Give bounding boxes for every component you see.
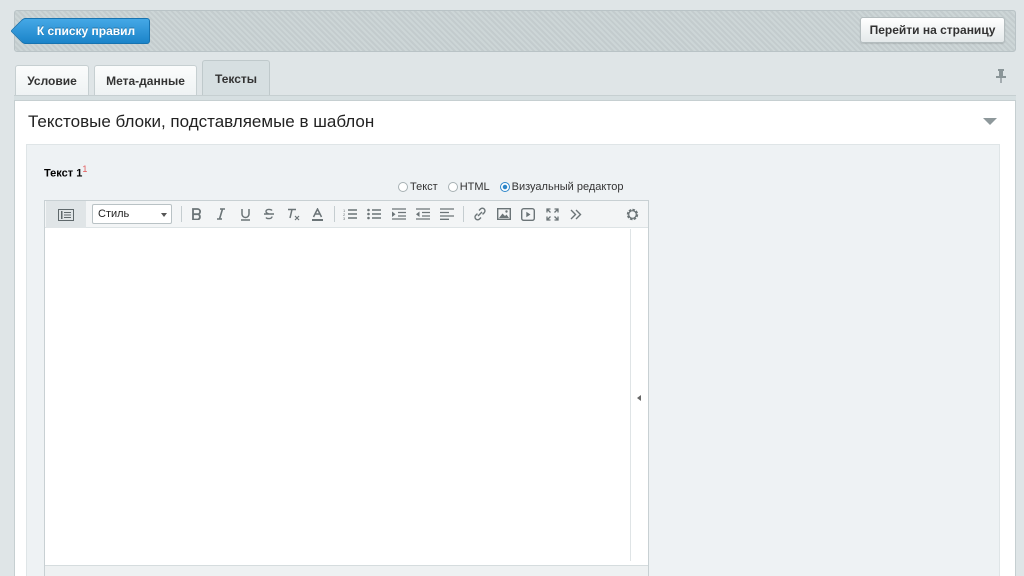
field-label-text: Текст 1 bbox=[44, 167, 83, 180]
fullscreen-icon[interactable] bbox=[542, 204, 562, 224]
chevron-down-icon bbox=[161, 213, 167, 217]
side-panel-toggle[interactable] bbox=[632, 229, 648, 565]
strikethrough-icon[interactable] bbox=[259, 204, 279, 224]
style-select-value: Стиль bbox=[98, 208, 130, 220]
toolbar-separator bbox=[181, 206, 182, 222]
section-title: Текстовые блоки, подставляемые в шаблон bbox=[28, 112, 375, 131]
editor-content-area[interactable] bbox=[45, 229, 630, 565]
toolbar-separator bbox=[463, 206, 464, 222]
video-icon[interactable] bbox=[518, 204, 538, 224]
footnote-mark: 1 bbox=[82, 164, 88, 174]
bold-icon[interactable] bbox=[187, 204, 207, 224]
mode-visual-label: Визуальный редактор bbox=[511, 181, 624, 193]
tab-texts[interactable]: Тексты bbox=[202, 60, 270, 96]
mode-visual-option[interactable]: Визуальный редактор bbox=[499, 181, 624, 193]
editor-panel-icon bbox=[58, 208, 74, 221]
toolbar-separator bbox=[334, 206, 335, 222]
back-to-rules-button[interactable]: К списку правил bbox=[22, 18, 150, 44]
outdent-icon[interactable] bbox=[413, 204, 433, 224]
style-select[interactable]: Стиль bbox=[92, 204, 172, 224]
indent-icon[interactable] bbox=[389, 204, 409, 224]
remove-format-icon[interactable] bbox=[283, 204, 303, 224]
tab-metadata[interactable]: Мета-данные bbox=[94, 65, 197, 96]
radio-text[interactable] bbox=[398, 182, 408, 192]
editor-footer bbox=[45, 565, 648, 576]
radio-html[interactable] bbox=[447, 182, 458, 192]
toolbar-toggle-button[interactable] bbox=[46, 201, 86, 228]
go-to-page-button[interactable]: Перейти на страницу bbox=[860, 17, 1005, 43]
unordered-list-icon[interactable] bbox=[364, 204, 384, 224]
align-left-icon[interactable] bbox=[437, 204, 457, 224]
mode-html-option[interactable]: HTML bbox=[447, 181, 490, 193]
pin-icon[interactable] bbox=[994, 68, 1008, 84]
link-icon[interactable] bbox=[470, 204, 490, 224]
more-icon[interactable] bbox=[566, 204, 586, 224]
mode-text-label: Текст bbox=[410, 181, 438, 193]
text-color-icon[interactable] bbox=[307, 204, 327, 224]
image-icon[interactable] bbox=[494, 204, 514, 224]
radio-visual[interactable] bbox=[499, 182, 510, 192]
chevron-left-icon bbox=[637, 395, 641, 401]
editor-scrollbar[interactable] bbox=[630, 229, 631, 561]
tab-condition[interactable]: Условие bbox=[15, 65, 89, 96]
mode-html-label: HTML bbox=[459, 181, 490, 193]
editor-mode-switch: Текст HTML Визуальный редактор bbox=[398, 181, 624, 193]
ordered-list-icon[interactable]: 123 bbox=[340, 204, 360, 224]
field-label: Текст 11 bbox=[44, 164, 87, 180]
mode-text-option[interactable]: Текст bbox=[398, 181, 438, 193]
collapse-chevron-icon[interactable] bbox=[982, 117, 998, 127]
underline-icon[interactable] bbox=[235, 204, 255, 224]
back-button-label: К списку правил bbox=[36, 24, 136, 38]
settings-icon[interactable] bbox=[622, 204, 642, 224]
italic-icon[interactable] bbox=[211, 204, 231, 224]
svg-text:3: 3 bbox=[343, 216, 346, 220]
